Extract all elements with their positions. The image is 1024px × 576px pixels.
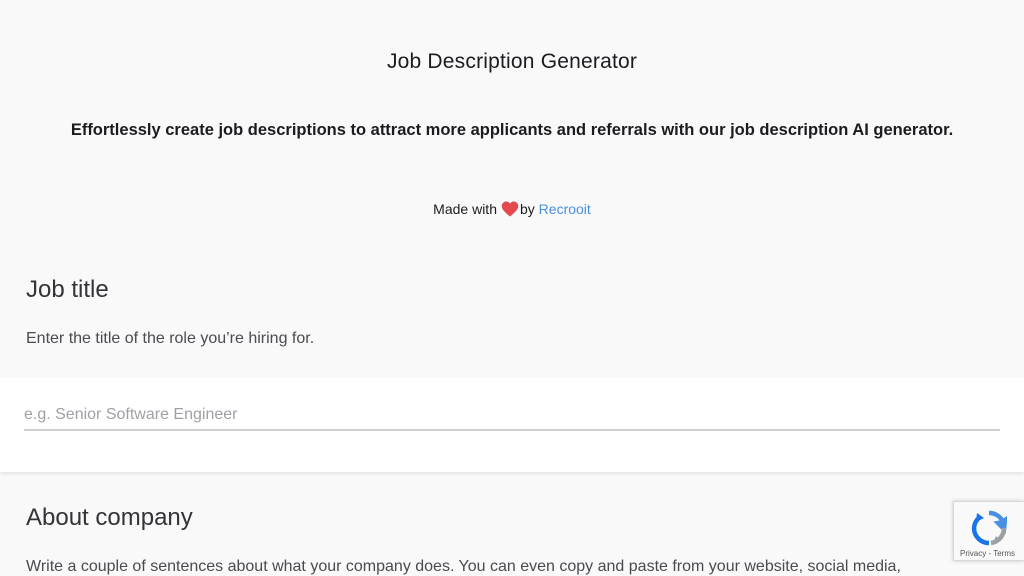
about-company-help: Write a couple of sentences about what y…: [26, 558, 901, 575]
page-title: Job Description Generator: [386, 50, 638, 73]
job-title-card: [0, 378, 1024, 472]
privacy-link[interactable]: Privacy: [960, 549, 986, 558]
page-subtitle: Effortlessly create job descriptions to …: [70, 121, 954, 139]
recaptcha-links: Privacy - Terms: [960, 549, 1015, 558]
credit-by: by: [519, 201, 535, 217]
recaptcha-icon: [971, 510, 1008, 551]
job-title-help: Enter the title of the role you’re hirin…: [26, 330, 315, 347]
job-title-input[interactable]: [24, 401, 1000, 431]
credit-prefix: Made with: [433, 201, 497, 217]
made-with-credit: Made with by Recrooit: [0, 201, 1024, 220]
terms-link[interactable]: Terms: [993, 549, 1015, 558]
page: Job Description Generator Effortlessly c…: [0, 0, 1024, 576]
heart-icon: [501, 201, 519, 220]
about-company-heading: About company: [26, 504, 193, 531]
job-title-heading: Job title: [26, 276, 109, 303]
recaptcha-badge[interactable]: Privacy - Terms: [953, 501, 1024, 561]
recrooit-link[interactable]: Recrooit: [539, 201, 591, 217]
